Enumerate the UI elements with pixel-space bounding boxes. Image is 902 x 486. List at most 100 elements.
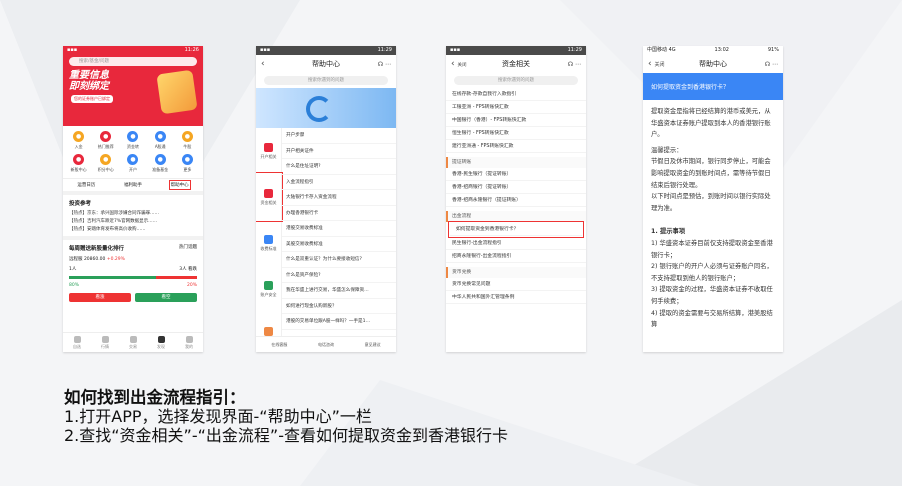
list-item[interactable]: 香港-招商银行（提证转账） [446, 181, 586, 194]
feature-ipo[interactable]: ● 新股中心 [65, 154, 92, 173]
online-service-button[interactable]: 在线客服 [271, 342, 287, 348]
feature-label: 入金 [74, 144, 83, 149]
news-item[interactable]: 【热点】吉利汽车跌近7%官网数据显示…… [63, 217, 203, 225]
search-input[interactable]: 搜索/基金/问题 [69, 57, 197, 66]
back-button[interactable]: ‹ 关闭 [451, 59, 466, 69]
back-button[interactable]: ‹ 关闭 [648, 59, 664, 69]
group-list: 香港-民生银行（提证转账） 香港-招商银行（提证转账） 香港-招商永隆银行（提证转账… [446, 168, 586, 207]
feature-more[interactable]: ● 更多 [174, 154, 201, 173]
deposit-icon: ● [73, 131, 85, 142]
question-item[interactable]: 美股交易收费标准 [282, 237, 396, 252]
list-item[interactable]: 在线存款-存款自我行入款指引 [446, 88, 586, 101]
caption-step-2: 2.查找“资金相关”-“出金流程”-查看如何提取资金到香港银行卡 [64, 426, 508, 445]
group-list: 如何提取资金到香港银行卡？ 民生银行-出金流程指引 招商永隆银行-出金流程指引 [446, 221, 586, 263]
help-center-link[interactable]: 帮助中心 [168, 180, 191, 190]
caption-title: 如何找到出金流程指引： [64, 388, 246, 407]
question-item[interactable]: 入金流程指引 [282, 175, 396, 190]
feature-hot[interactable]: ● 热门推荐 [92, 131, 119, 150]
fund-icon: ● [154, 154, 166, 165]
search-input[interactable]: 搜索你遇到的问题 [264, 76, 388, 85]
news-section-title: 投资参考 [69, 201, 92, 207]
service-icon[interactable]: ☊ ⋯ [378, 61, 391, 68]
feature-fund[interactable]: ● 准备基金 [147, 154, 174, 173]
news-item[interactable]: 【热点】安踏体育发布将高价收购…… [63, 225, 203, 233]
list-item[interactable]: 香港-民生银行（提证转账） [446, 168, 586, 181]
phone-button[interactable]: 电话咨询 [318, 342, 334, 348]
feature-a-share[interactable]: ● A股通 [147, 131, 174, 150]
category-item[interactable]: 开户相关 [256, 128, 281, 174]
tab-market[interactable]: 行情 [101, 335, 109, 350]
feature-label: A股通 [154, 144, 166, 149]
feature-points[interactable]: ● 积分中心 [92, 154, 119, 173]
question-item[interactable]: 我在华盛上进行交易，华盛怎么保障资… [282, 283, 396, 299]
feature-label: 资金转 [126, 144, 139, 149]
question-item[interactable]: 港股的交易单位跟A股一样吗？一手是1… [282, 314, 396, 330]
list-item[interactable]: 中国银行（香港）- FPS转账快汇款 [446, 114, 586, 127]
list-item[interactable]: 香港-招商永隆银行（提证转账） [446, 194, 586, 207]
feature-account[interactable]: ● 开户 [119, 154, 146, 173]
news-item[interactable]: 【热点】京东：承兴国际涉嫌合同诈骗罪…… [63, 209, 203, 217]
list-item[interactable]: 货币兑换常见问题 [446, 278, 586, 291]
back-icon[interactable]: ‹ [261, 59, 265, 69]
list-item[interactable]: 招商永隆银行-出金流程指引 [446, 250, 586, 263]
nav-header: ‹ 关闭 资金相关 ☊ ⋯ [446, 55, 586, 73]
feature-label: 更多 [183, 167, 192, 172]
pk-section-title: 每周赠送新股量化排行 热门话题 [63, 236, 203, 254]
feature-label: 开户 [128, 167, 137, 172]
list-item[interactable]: 如何提取资金到香港银行卡？ [448, 221, 584, 238]
question-item[interactable]: 什么是住址证明? [282, 159, 396, 175]
bullish-button[interactable]: 看涨 [69, 293, 131, 302]
question-item[interactable]: 什么是资产保险? [282, 268, 396, 283]
tab-discover[interactable]: 发现 [157, 335, 165, 350]
status-bar: ▪▪▪ 11:26 [67, 47, 199, 53]
bottom-bar: 在线客服 电话咨询 意见建议 [256, 336, 396, 352]
ipo-icon: ● [73, 154, 85, 165]
banner-title[interactable]: 重要信息 即刻绑定 [69, 70, 109, 92]
pk-percent: 80% 20% [69, 283, 197, 288]
calendar-link[interactable]: 运营日历 [77, 182, 95, 188]
transfer-icon: ● [127, 131, 139, 142]
pk-more-link[interactable]: 热门话题 [179, 244, 197, 252]
search-input[interactable]: 搜索你遇到的问题 [454, 76, 578, 85]
feedback-button[interactable]: 意见建议 [365, 342, 381, 348]
category-item[interactable]: 收费标准 [256, 220, 281, 266]
list-item[interactable]: 民生银行-出金流程指引 [446, 237, 586, 250]
question-item[interactable]: 什么是双重认证？为什么要接收短信? [282, 252, 396, 268]
question-item[interactable]: 开户相关证件 [282, 144, 396, 159]
list-item[interactable]: 恒生银行 - FPS转账快汇款 [446, 127, 586, 140]
question-item[interactable]: 开户步骤 [282, 128, 396, 144]
service-icon[interactable]: ☊ ⋯ [568, 61, 581, 68]
welfare-link[interactable]: 福利助手 [124, 182, 142, 188]
list-item[interactable]: 工银亚洲 - FPS转账快汇款 [446, 101, 586, 114]
group-list: 货币兑换常见问题 中华人民共和国外汇管理条例 [446, 278, 586, 304]
feature-stock[interactable]: ● 牛股 [174, 131, 201, 150]
bearish-button[interactable]: 看空 [135, 293, 197, 302]
status-bar: ▪▪▪ 11:29 [256, 46, 396, 55]
phone-answer-detail: 中国移动 4G 13:02 91% ‹ 关闭 帮助中心 ☊ ⋯ 如何提取资金到香港银行卡… [643, 46, 783, 352]
caption: 如何找到出金流程指引： 1.打开APP，选择发现界面-“帮助中心”一栏 2.查找… [64, 388, 508, 445]
tab-watchlist[interactable]: 自选 [73, 335, 81, 350]
list-item[interactable]: 中华人民共和国外汇管理条例 [446, 291, 586, 304]
feature-deposit[interactable]: ● 入金 [65, 131, 92, 150]
tab-trade[interactable]: 交易 [129, 335, 137, 350]
top-banner: ▪▪▪ 11:26 搜索/基金/问题 重要信息 即刻绑定 您的证券账户已绑定 [63, 46, 203, 126]
question-item[interactable]: 大陆银行卡存入资金流程 [282, 190, 396, 206]
category-item[interactable]: 资金相关 [256, 172, 283, 222]
question-item[interactable]: 办理香港银行卡 [282, 206, 396, 221]
phone-fund-related: ▪▪▪ 11:29 ‹ 关闭 资金相关 ☊ ⋯ 搜索你遇到的问题 在线存款-存款自我行… [446, 46, 586, 352]
list-item[interactable]: 建行亚洲通 - FPS转账快汇款 [446, 140, 586, 153]
pk-row: 远程服 20860.00 +0.29% [69, 257, 125, 262]
category-list: 开户相关资金相关收费标准账户安全港股交易 [256, 128, 283, 352]
service-icon[interactable]: ☊ ⋯ [765, 61, 778, 68]
question-item[interactable]: 如何进行现金认购新股？ [282, 299, 396, 314]
account-icon: ● [127, 154, 139, 165]
tab-me[interactable]: 我的 [185, 335, 193, 350]
group-header: 货币兑换 [446, 267, 586, 278]
question-item[interactable]: 港股交易收费标准 [282, 221, 396, 237]
category-icon [264, 280, 273, 290]
phone-help-center: ▪▪▪ 11:29 ‹ 帮助中心 ☊ ⋯ 搜索你遇到的问题 开户相关 资金相关 收费标准账… [256, 46, 396, 352]
category-item[interactable]: 账户安全 [256, 266, 281, 312]
fps-list: 在线存款-存款自我行入款指引 工银亚洲 - FPS转账快汇款 中国银行（香港）- F… [446, 88, 586, 153]
answer-body: 提取资金是指将已经结算的港币或美元，从华盛资本证券账户提取到本人的香港银行账户。… [651, 108, 773, 329]
feature-transfer[interactable]: ● 资金转 [119, 131, 146, 150]
